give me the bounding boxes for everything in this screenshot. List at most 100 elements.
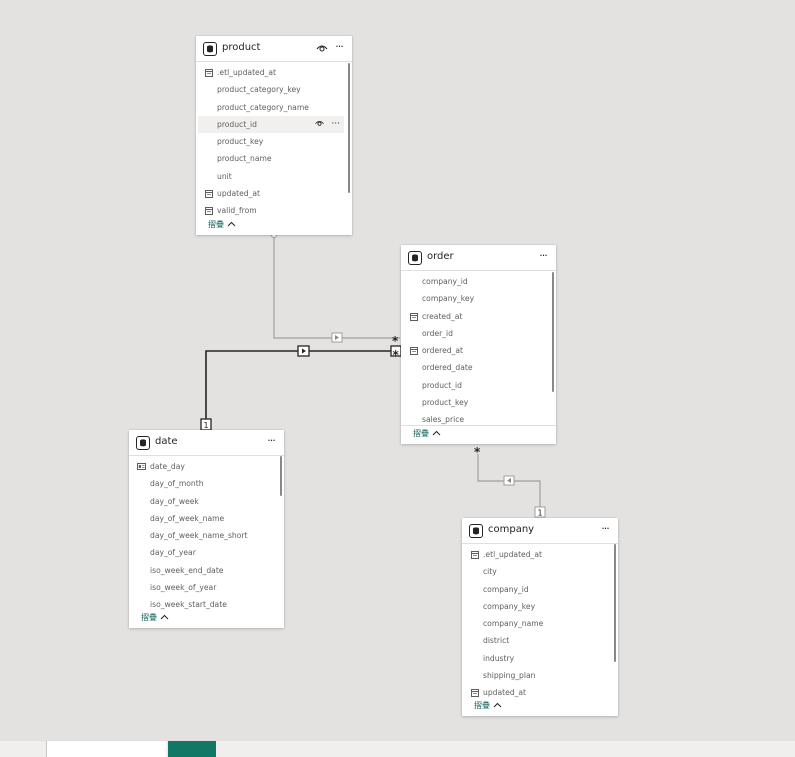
table-card-company[interactable]: company ··· .etl_updated_at city company… [462,518,618,716]
field-name: city [483,567,497,577]
field-row[interactable]: company_key [464,598,610,615]
scrollbar[interactable] [552,272,554,392]
field-row-hovered[interactable]: product_id ··· [198,115,344,134]
field-name: sales_price [422,415,465,425]
field-row[interactable]: iso_week_of_year [131,579,276,596]
table-header[interactable]: order ··· [401,245,556,271]
table-header[interactable]: product ··· [196,36,352,62]
page-tabs-bar [0,740,795,757]
field-name: order_id [422,328,453,338]
field-name: industry [483,653,515,663]
field-row[interactable]: order_id [403,325,548,342]
tab-all-tables[interactable] [46,741,166,757]
field-row[interactable]: product_key [403,394,548,411]
card-divider [401,425,556,426]
field-list: .etl_updated_at product_category_key pro… [198,64,344,220]
field-row[interactable]: iso_week_end_date [131,562,276,579]
field-name: shipping_plan [483,671,536,681]
field-name: product_category_key [217,85,301,95]
table-header[interactable]: company ··· [462,518,618,544]
table-card-date[interactable]: date ··· date_day day_of_month day_of_we… [129,430,284,628]
field-row[interactable]: company_id [464,581,610,598]
collapse-button[interactable]: 摺疊 [141,612,169,623]
field-row[interactable]: product_category_key [198,81,344,98]
collapse-label: 摺疊 [141,613,157,622]
collapse-button[interactable]: 摺疊 [208,219,236,230]
table-icon [203,42,217,56]
more-options-button[interactable]: ··· [596,521,614,539]
field-row[interactable]: day_of_year [131,544,276,561]
table-title: order [427,251,454,262]
chevron-up-icon [493,702,501,708]
field-list: date_day day_of_month day_of_week day_of… [131,458,276,614]
field-row[interactable]: .etl_updated_at [198,64,344,81]
table-icon [408,251,422,265]
table-card-order[interactable]: order ··· company_id company_key created… [401,245,556,444]
calendar-icon [410,347,418,356]
field-row[interactable]: date_day [131,458,276,475]
field-name: company_key [422,294,475,304]
field-row[interactable]: updated_at [198,185,344,202]
calendar-icon [205,190,213,199]
field-row[interactable]: day_of_week_name [131,510,276,527]
field-row[interactable]: ordered_date [403,359,548,376]
field-name: day_of_week_name [150,513,225,523]
field-name: iso_week_start_date [150,600,227,610]
field-actions: ··· [314,116,340,133]
field-name: day_of_year [150,548,196,558]
calendar-icon [471,689,479,698]
field-row[interactable]: industry [464,650,610,667]
relationship-product-order[interactable] [273,234,400,343]
more-options-button[interactable]: ··· [534,248,552,266]
collapse-label: 摺疊 [208,220,224,229]
field-name: .etl_updated_at [483,550,542,559]
field-row[interactable]: company_key [403,290,548,307]
cardinality-one-company: 1 [538,509,543,518]
field-row[interactable]: sales_price [403,411,548,428]
field-row[interactable]: city [464,563,610,580]
field-name: company_key [483,601,536,611]
add-layout-button[interactable] [168,741,216,757]
chevron-up-icon [227,221,235,227]
field-row[interactable]: valid_from [198,202,344,219]
field-row[interactable]: product_id [403,377,548,394]
field-row[interactable]: product_key [198,133,344,150]
scrollbar[interactable] [614,544,616,662]
table-header[interactable]: date ··· [129,430,284,456]
field-more-button[interactable]: ··· [331,119,340,129]
field-list: company_id company_key created_at order_… [403,273,548,429]
relationship-company-order[interactable] [477,454,541,508]
field-name: iso_week_end_date [150,565,224,575]
field-row[interactable]: company_name [464,615,610,632]
more-options-button[interactable]: ··· [262,433,280,451]
field-name: district [483,636,510,646]
field-name: product_id [217,119,257,129]
field-row[interactable]: .etl_updated_at [464,546,610,563]
field-row[interactable]: district [464,632,610,649]
calendar-icon [205,207,213,216]
field-row[interactable]: day_of_month [131,475,276,492]
more-options-button[interactable]: ··· [330,39,348,57]
field-row[interactable]: unit [198,168,344,185]
field-row[interactable]: day_of_week [131,493,276,510]
field-row[interactable]: shipping_plan [464,667,610,684]
chevron-up-icon [432,430,440,436]
scrollbar[interactable] [280,456,282,496]
collapse-button[interactable]: 摺疊 [474,700,502,711]
field-row[interactable]: company_id [403,273,548,290]
visibility-icon[interactable] [316,43,328,53]
field-row[interactable]: ordered_at [403,342,548,359]
field-name: iso_week_of_year [150,583,217,593]
visibility-icon[interactable] [314,119,325,127]
relationship-date-order[interactable] [205,345,400,424]
model-canvas[interactable]: * * * 1 1 product ··· .etl_updated_at pr… [0,0,795,740]
field-row[interactable]: product_name [198,150,344,167]
scrollbar[interactable] [348,63,350,193]
field-row[interactable]: product_category_name [198,99,344,116]
date-hierarchy-icon [137,463,146,470]
table-card-product[interactable]: product ··· .etl_updated_at product_cate… [196,36,352,235]
field-name: unit [217,171,232,181]
field-row[interactable]: day_of_week_name_short [131,527,276,544]
field-row[interactable]: created_at [403,308,548,325]
collapse-button[interactable]: 摺疊 [413,428,441,439]
